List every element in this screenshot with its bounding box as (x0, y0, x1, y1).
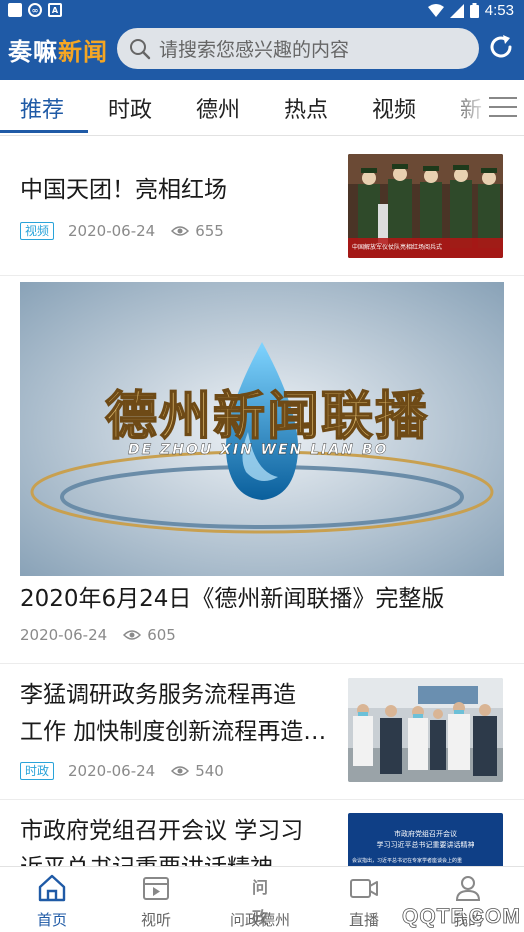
view-count: 655 (195, 222, 224, 240)
category-tag: 时政 (20, 762, 55, 780)
notification-icon: ∞ (28, 3, 42, 17)
thumb-text: 会议指出，习近平总书记在专家学者座谈会上的重 (352, 858, 463, 864)
thumb-caption: 中国解放军仪仗队亮相红场阅兵式 (352, 244, 443, 251)
news-title-line[interactable]: 工作 加快制度创新流程再造… (20, 713, 326, 751)
tab-video[interactable]: 视频 (372, 92, 416, 124)
search-bar[interactable]: 请搜索您感兴趣的内容 (117, 28, 479, 69)
nav-wenzheng[interactable]: 问政 问政德州 (208, 867, 312, 932)
news-item-partial[interactable]: 市政府党组召开会议 学习习 近平总书记重要讲话精神 市政府党组召开会议 学习习近… (0, 800, 524, 866)
wenzheng-icon: 问政 (251, 878, 268, 927)
news-title-line[interactable]: 李猛调研政务服务流程再造 (20, 676, 296, 714)
view-count: 605 (147, 626, 176, 644)
tab-dezhou[interactable]: 德州 (196, 92, 240, 124)
tab-politics[interactable]: 时政 (108, 92, 152, 124)
watermark: QQTF.COM (402, 905, 521, 929)
banner-pinyin: DE ZHOU XIN WEN LIAN BO (128, 442, 389, 458)
nav-live[interactable]: 直播 (312, 867, 416, 932)
refresh-icon[interactable] (487, 33, 515, 61)
divider (0, 275, 524, 276)
signal-icon (449, 3, 464, 18)
film-icon (143, 877, 169, 900)
news-thumbnail[interactable] (348, 678, 503, 782)
news-meta: 2020-06-24 605 (20, 626, 176, 644)
nav-home[interactable]: 首页 (0, 867, 104, 932)
tab-recommend[interactable]: 推荐 (20, 92, 64, 124)
nav-av[interactable]: 视听 (104, 867, 208, 932)
app-logo: 奏嘛新闻 (8, 32, 108, 67)
news-date: 2020-06-24 (68, 222, 156, 240)
eye-icon (171, 226, 190, 236)
divider (0, 663, 524, 664)
tab-menu-icon[interactable] (489, 97, 517, 119)
news-banner[interactable]: 德州新闻联播 DE ZHOU XIN WEN LIAN BO (20, 282, 504, 576)
news-meta: 时政 2020-06-24 540 (20, 762, 224, 780)
status-time: 4:53 (484, 2, 514, 19)
battery-icon (469, 3, 479, 18)
notification-icon (8, 3, 22, 17)
nav-label: 视听 (140, 911, 171, 929)
active-tab-indicator (0, 130, 88, 133)
user-icon (455, 876, 481, 901)
news-thumbnail[interactable]: 中国解放军仪仗队亮相红场阅兵式 (348, 154, 503, 258)
news-title[interactable]: 2020年6月24日《德州新闻联播》完整版 (20, 580, 444, 618)
nav-label: 首页 (36, 911, 67, 929)
tab-hot[interactable]: 热点 (284, 92, 328, 124)
thumb-text: 学习习近平总书记重要讲话精神 (376, 841, 475, 849)
wifi-icon (427, 3, 444, 17)
eye-icon (123, 630, 142, 640)
banner-title: 德州新闻联播 (104, 386, 430, 448)
news-title-line[interactable]: 市政府党组召开会议 学习习 (20, 812, 303, 850)
news-title[interactable]: 中国天团！亮相红场 (20, 171, 227, 209)
news-date: 2020-06-24 (68, 762, 156, 780)
meeting-photo (348, 678, 503, 782)
view-count: 540 (195, 762, 224, 780)
category-tag: 视频 (20, 222, 55, 240)
tab-fade (440, 82, 490, 132)
news-thumbnail[interactable]: 市政府党组召开会议 学习习近平总书记重要讲话精神 会议指出，习近平总书记在专家学… (348, 813, 503, 866)
nav-label: 直播 (348, 911, 379, 929)
news-title-line[interactable]: 近平总书记重要讲话精神 (20, 849, 273, 866)
logo-text: 奏嘛 (8, 38, 58, 66)
video-camera-icon (350, 879, 378, 898)
thumb-text: 市政府党组召开会议 (394, 830, 457, 838)
search-icon (130, 38, 151, 59)
news-meta: 视频 2020-06-24 655 (20, 222, 224, 240)
logo-accent-text: 新闻 (58, 38, 108, 66)
search-placeholder: 请搜索您感兴趣的内容 (159, 39, 350, 61)
status-bar: ∞ A 4:53 (0, 0, 524, 22)
home-icon (38, 874, 66, 902)
notification-icon: A (48, 3, 62, 17)
news-date: 2020-06-24 (20, 626, 108, 644)
eye-icon (171, 766, 190, 776)
nav-label: 问政德州 (229, 911, 290, 929)
